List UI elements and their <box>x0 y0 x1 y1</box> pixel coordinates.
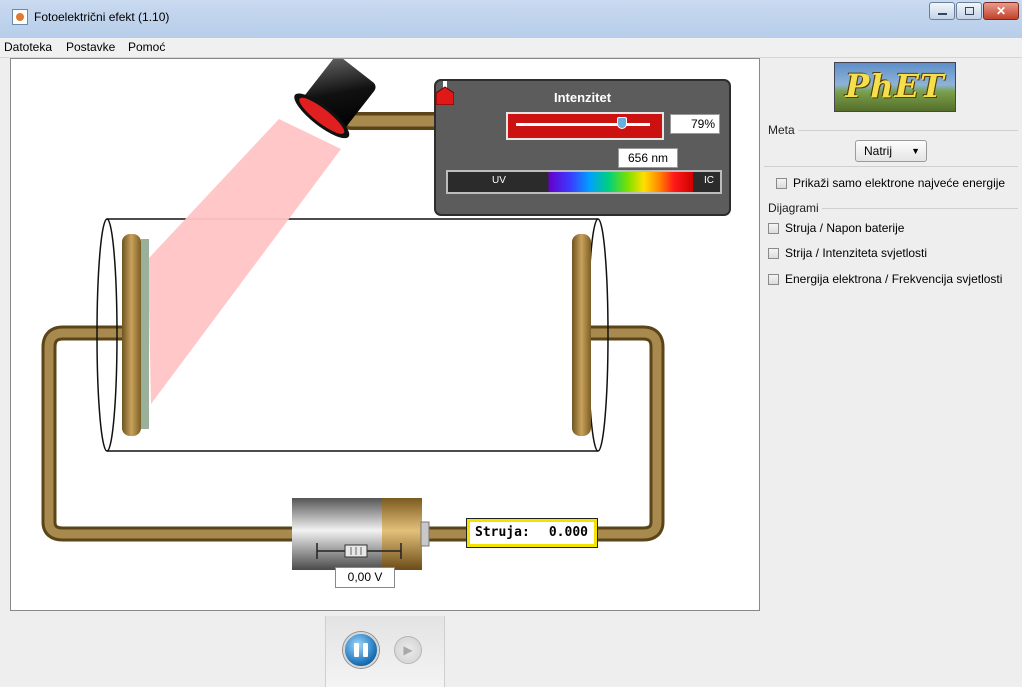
diagram-option-current-voltage[interactable]: Struja / Napon baterije <box>768 221 904 235</box>
menu-file[interactable]: Datoteka <box>4 40 52 54</box>
diagram-label-current-intensity: Strija / Intenziteta svjetlosti <box>785 246 928 260</box>
step-forward-icon: ▶︎ <box>403 643 413 657</box>
target-group-title: Meta <box>768 123 795 137</box>
wavelength-spectrum-slider[interactable]: UV IC <box>446 170 722 194</box>
phet-logo[interactable]: PhET <box>834 62 956 112</box>
emitter-plate <box>122 234 141 436</box>
intensity-slider[interactable] <box>506 112 664 140</box>
close-icon: ✕ <box>995 4 1007 18</box>
control-panel: PhET Meta Natrij ▼ Prikaži samo elektron… <box>760 58 1022 611</box>
light-beam <box>148 119 341 404</box>
battery <box>292 498 430 570</box>
target-group-divider <box>798 130 1018 131</box>
chevron-down-icon: ▼ <box>911 146 920 156</box>
diagram-label-energy-frequency: Energija elektrona / Frekvencija svjetlo… <box>785 272 1003 286</box>
minimize-icon <box>938 13 947 15</box>
current-value: 0.000 <box>548 525 588 540</box>
max-energy-label: Prikaži samo elektrone najveće energije <box>793 176 1006 190</box>
target-surface <box>141 239 149 429</box>
spectrum-uv-label: UV <box>492 175 506 186</box>
diagram-checkbox-energy-frequency[interactable] <box>768 274 779 285</box>
java-app-icon <box>12 9 28 25</box>
battery-voltage-field[interactable]: 0,00 V <box>335 567 395 588</box>
menu-bar: Datoteka Postavke Pomoć <box>0 38 1022 58</box>
minimize-button[interactable] <box>929 2 955 20</box>
current-meter: Struja: 0.000 <box>466 518 598 548</box>
pause-icon <box>345 634 377 666</box>
target-group-bottom-divider <box>764 166 1018 167</box>
diagrams-group-title: Dijagrami <box>768 201 819 215</box>
diagrams-group-divider <box>822 208 1018 209</box>
step-button[interactable]: ▶︎ <box>394 636 422 664</box>
simulation-canvas: Intenzitet 79% 656 nm UV IC Struja: 0.00… <box>10 58 760 611</box>
title-bar: Fotoelektrični efekt (1.10) ✕ <box>0 0 1022 38</box>
playback-controls: ▶︎ <box>325 616 445 687</box>
window-title: Fotoelektrični efekt (1.10) <box>34 10 170 24</box>
wavelength-slider-thumb[interactable] <box>436 81 454 105</box>
diagram-checkbox-current-voltage[interactable] <box>768 223 779 234</box>
max-energy-checkbox[interactable] <box>776 178 787 189</box>
current-label: Struja: <box>475 525 530 540</box>
wavelength-value-field[interactable]: 656 nm <box>618 148 678 168</box>
intensity-slider-track <box>516 123 650 126</box>
diagram-checkbox-current-intensity[interactable] <box>768 248 779 259</box>
menu-settings[interactable]: Postavke <box>66 40 115 54</box>
collector-plate <box>572 234 591 436</box>
light-control-panel: Intenzitet 79% 656 nm UV IC <box>434 79 731 216</box>
intensity-value-field[interactable]: 79% <box>670 114 720 134</box>
target-dropdown[interactable]: Natrij ▼ <box>855 140 927 162</box>
maximize-button[interactable] <box>956 2 982 20</box>
diagram-option-current-intensity[interactable]: Strija / Intenziteta svjetlosti <box>768 246 927 260</box>
phet-logo-text: PhET <box>845 67 945 105</box>
maximize-icon <box>965 7 974 15</box>
menu-help[interactable]: Pomoć <box>128 40 165 54</box>
diagram-option-energy-frequency[interactable]: Energija elektrona / Frekvencija svjetlo… <box>768 272 1002 286</box>
close-button[interactable]: ✕ <box>983 2 1019 20</box>
intensity-title: Intenzitet <box>553 90 612 105</box>
intensity-slider-thumb[interactable] <box>616 117 627 129</box>
diagram-label-current-voltage: Struja / Napon baterije <box>785 221 905 235</box>
target-selected-value: Natrij <box>864 144 893 158</box>
spectrum-ic-label: IC <box>704 175 714 186</box>
pause-button[interactable] <box>343 632 379 668</box>
max-energy-checkbox-row[interactable]: Prikaži samo elektrone najveće energije <box>776 176 1005 190</box>
